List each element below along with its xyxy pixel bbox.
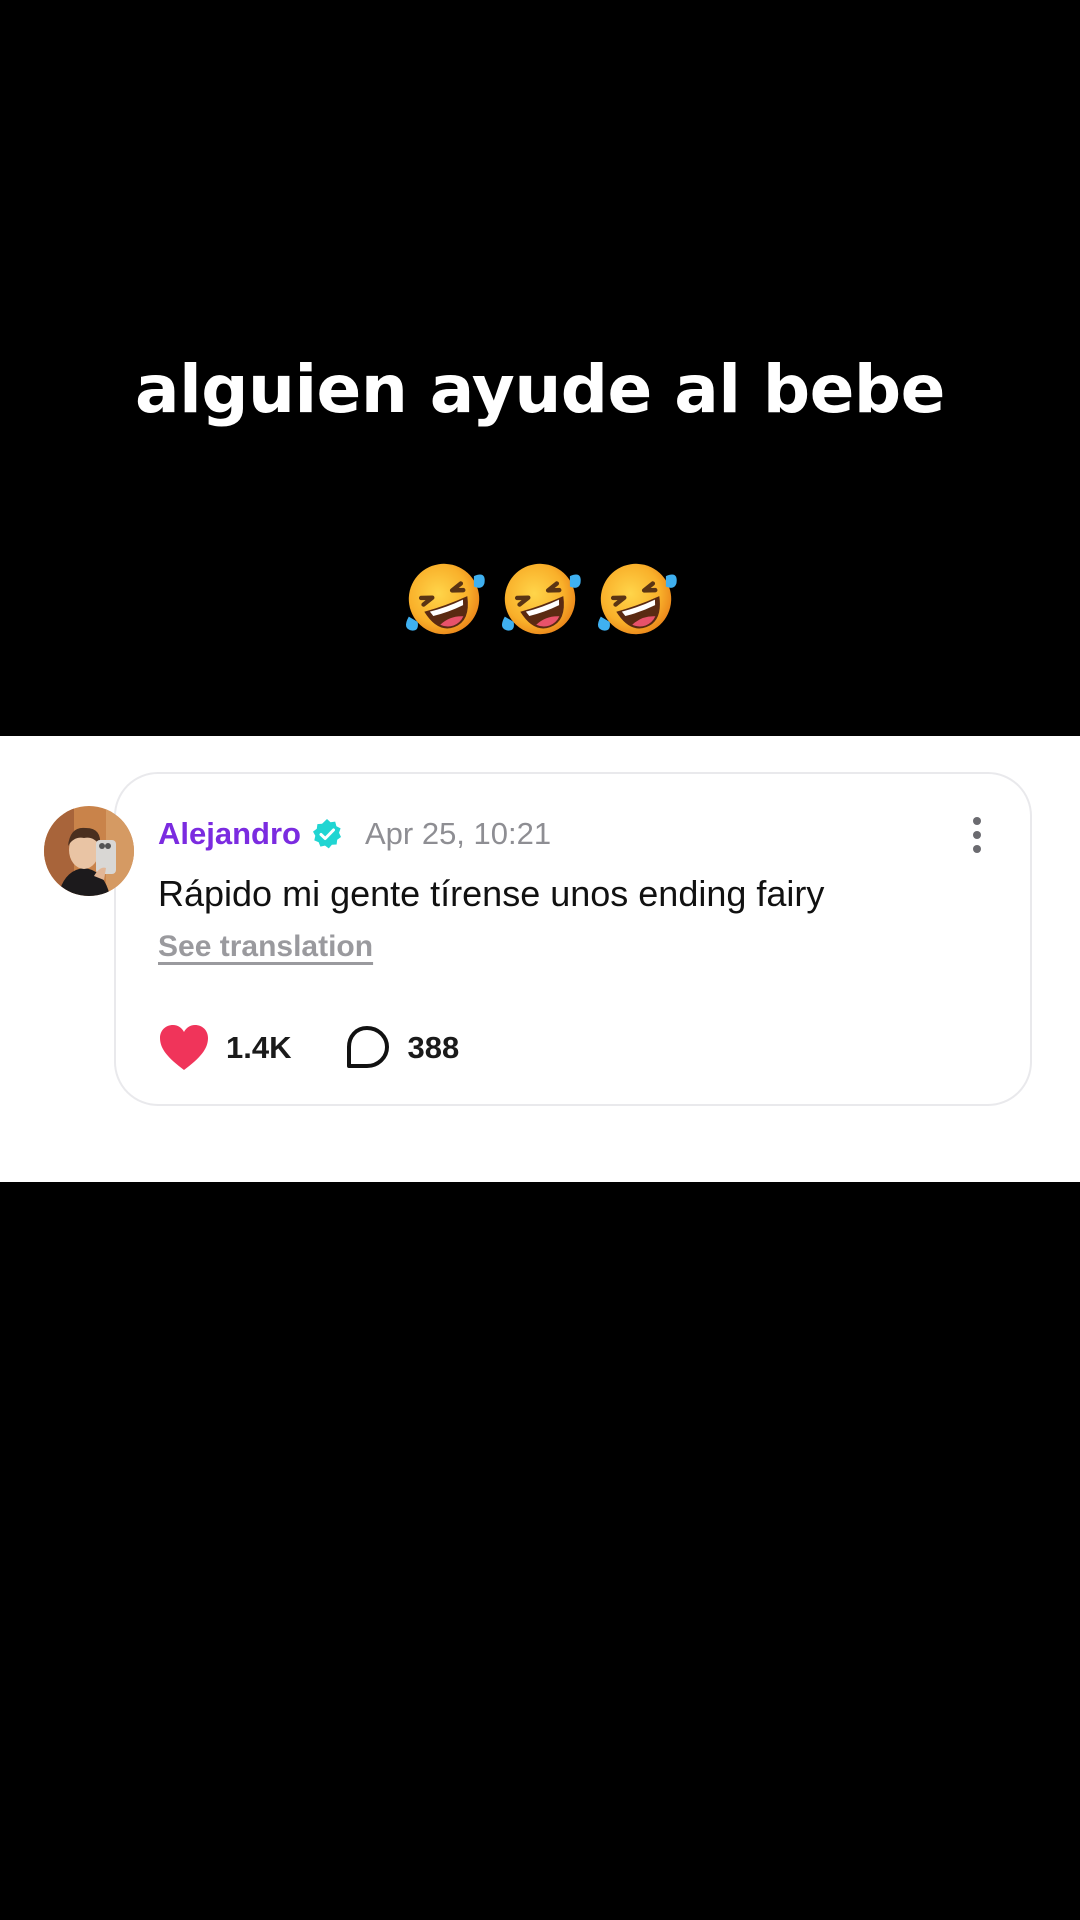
comment-header: Alejandro Apr 25, 10:21	[158, 808, 551, 860]
reply-button[interactable]: 388	[343, 1024, 459, 1072]
like-count: 1.4K	[226, 1030, 292, 1065]
emoji-row	[0, 555, 1080, 643]
username[interactable]: Alejandro	[158, 816, 301, 852]
like-button[interactable]: 1.4K	[158, 1024, 291, 1072]
comment-stats: 1.4K 388	[158, 1022, 459, 1074]
avatar[interactable]	[44, 806, 134, 896]
comment-bubble-icon	[347, 1026, 390, 1068]
rolling-laughing-emoji-icon	[405, 563, 485, 635]
caption-text: alguien ayude al bebe	[135, 351, 945, 428]
comment-screenshot-panel: Alejandro Apr 25, 10:21 Rápido mi gente …	[0, 736, 1080, 1182]
timestamp: Apr 25, 10:21	[364, 816, 552, 851]
reply-count: 388	[407, 1030, 460, 1065]
more-vertical-icon[interactable]	[962, 813, 992, 857]
see-translation-link[interactable]: See translation	[158, 930, 373, 964]
comment-text: Rápido mi gente tírense unos ending fair…	[158, 873, 825, 914]
heart-icon	[160, 1025, 208, 1070]
rolling-laughing-emoji-icon	[597, 563, 677, 635]
avatar-image	[44, 806, 134, 896]
rolling-laughing-emoji-icon	[501, 563, 581, 635]
verified-badge-icon	[312, 819, 341, 849]
